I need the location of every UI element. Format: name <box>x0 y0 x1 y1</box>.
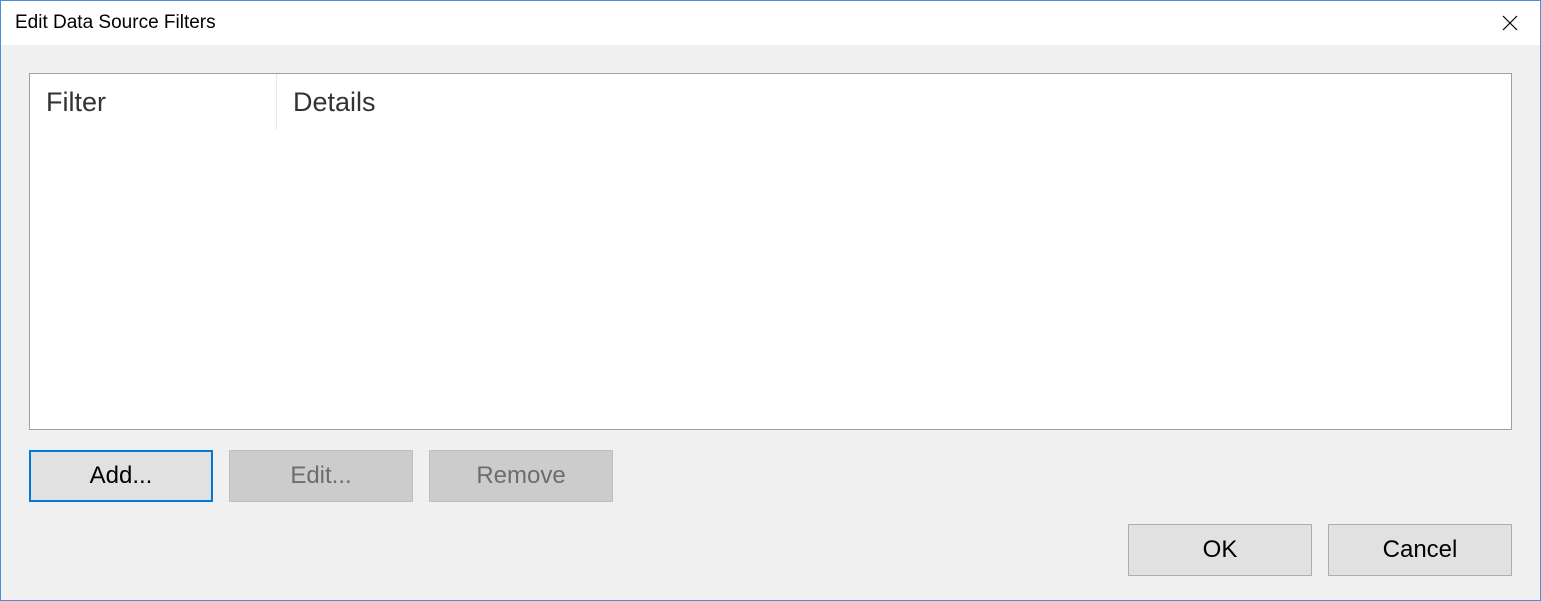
ok-button[interactable]: OK <box>1128 524 1312 576</box>
table-header: Filter Details <box>30 74 1511 130</box>
table-body[interactable] <box>30 130 1511 429</box>
cancel-button[interactable]: Cancel <box>1328 524 1512 576</box>
close-icon <box>1502 15 1518 31</box>
content-area: Filter Details Add... Edit... Remove OK … <box>1 45 1540 600</box>
edit-button: Edit... <box>229 450 413 502</box>
column-header-filter[interactable]: Filter <box>30 74 277 130</box>
titlebar: Edit Data Source Filters <box>1 1 1540 45</box>
action-buttons-row: Add... Edit... Remove <box>29 450 1512 502</box>
window-title: Edit Data Source Filters <box>15 12 216 34</box>
filters-table[interactable]: Filter Details <box>29 73 1512 430</box>
dialog-window: Edit Data Source Filters Filter Details … <box>0 0 1541 601</box>
remove-button: Remove <box>429 450 613 502</box>
add-button[interactable]: Add... <box>29 450 213 502</box>
close-button[interactable] <box>1480 1 1540 45</box>
footer-buttons-row: OK Cancel <box>29 524 1512 576</box>
column-header-details[interactable]: Details <box>277 74 1511 130</box>
